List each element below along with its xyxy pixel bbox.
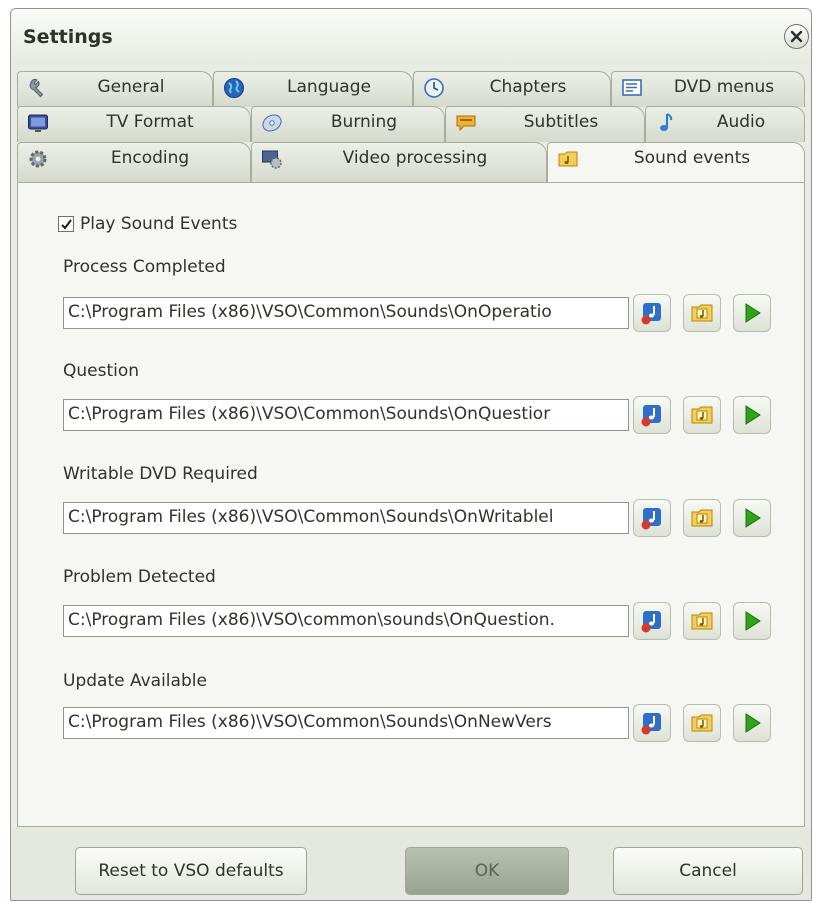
browse-folder-button[interactable] xyxy=(683,602,721,640)
tab-row-3: Encoding Video processing Sound events xyxy=(17,142,805,184)
tab-burning[interactable]: Burning xyxy=(251,106,445,142)
title-bar: Settings xyxy=(11,9,811,65)
event-label: Question xyxy=(63,361,140,381)
tab-label: Video processing xyxy=(342,148,488,168)
event-label: Problem Detected xyxy=(63,567,216,587)
event-path-input[interactable]: C:\Program Files (x86)\VSO\common\sounds… xyxy=(63,605,629,637)
music-file-icon xyxy=(639,402,665,428)
sound-folder-icon xyxy=(689,505,715,531)
select-sound-button[interactable] xyxy=(633,294,671,332)
browse-folder-button[interactable] xyxy=(683,294,721,332)
event-label: Update Available xyxy=(63,671,207,691)
tab-label: General xyxy=(97,77,165,97)
sound-folder-icon xyxy=(689,402,715,428)
tab-row-1: General Language Chapters DVD menus xyxy=(17,71,805,107)
tab-label: Encoding xyxy=(110,148,190,168)
play-icon xyxy=(739,505,765,531)
play-icon xyxy=(739,710,765,736)
tab-subtitles[interactable]: Subtitles xyxy=(445,106,645,142)
music-note-icon xyxy=(660,113,673,131)
play-sound-events-label: Play Sound Events xyxy=(80,214,238,234)
clock-icon xyxy=(424,78,444,98)
browse-folder-button[interactable] xyxy=(683,396,721,434)
play-icon xyxy=(739,608,765,634)
ok-button[interactable]: OK xyxy=(405,847,569,895)
tab-dvd-menus[interactable]: DVD menus xyxy=(611,71,805,107)
cancel-button[interactable]: Cancel xyxy=(613,847,803,895)
play-sound-button[interactable] xyxy=(733,396,771,434)
select-sound-button[interactable] xyxy=(633,602,671,640)
tab-chapters[interactable]: Chapters xyxy=(413,71,611,107)
tab-label: Language xyxy=(287,77,371,97)
tab-label: Burning xyxy=(330,112,398,132)
tab-language[interactable]: Language xyxy=(213,71,413,107)
tab-encoding[interactable]: Encoding xyxy=(17,142,251,182)
close-icon xyxy=(790,30,803,43)
gear-icon xyxy=(29,150,47,168)
play-sound-button[interactable] xyxy=(733,602,771,640)
speech-bubble-icon xyxy=(456,115,476,132)
event-path-input[interactable]: C:\Program Files (x86)\VSO\Common\Sounds… xyxy=(63,502,629,534)
music-file-icon xyxy=(639,608,665,634)
menu-list-icon xyxy=(622,79,642,96)
play-icon xyxy=(739,300,765,326)
close-button[interactable] xyxy=(784,24,809,49)
tab-row-2: TV Format Burning Subtitles Audio xyxy=(17,106,805,142)
video-settings-icon xyxy=(262,150,282,169)
tab-label: Subtitles xyxy=(523,112,599,132)
music-file-icon xyxy=(639,505,665,531)
sound-folder-icon xyxy=(689,300,715,326)
window-title: Settings xyxy=(23,26,113,48)
tab-label: Audio xyxy=(716,112,766,132)
select-sound-button[interactable] xyxy=(633,396,671,434)
tab-video-processing[interactable]: Video processing xyxy=(251,142,547,182)
play-sound-button[interactable] xyxy=(733,704,771,742)
event-path-input[interactable]: C:\Program Files (x86)\VSO\Common\Sounds… xyxy=(63,399,629,431)
tab-label: TV Format xyxy=(106,112,194,132)
music-file-icon xyxy=(639,300,665,326)
event-path-input[interactable]: C:\Program Files (x86)\VSO\Common\Sounds… xyxy=(63,707,629,739)
disc-icon xyxy=(262,114,282,132)
sound-folder-icon xyxy=(689,710,715,736)
tab-audio[interactable]: Audio xyxy=(645,106,805,142)
tab-sound-events[interactable]: Sound events xyxy=(547,142,805,184)
checkmark-icon xyxy=(60,218,72,230)
sound-folder-icon xyxy=(558,151,578,167)
play-sound-events-checkbox[interactable] xyxy=(58,216,74,232)
globe-icon xyxy=(224,78,244,98)
play-sound-button[interactable] xyxy=(733,499,771,537)
browse-folder-button[interactable] xyxy=(683,499,721,537)
play-sound-button[interactable] xyxy=(733,294,771,332)
select-sound-button[interactable] xyxy=(633,499,671,537)
event-path-input[interactable]: C:\Program Files (x86)\VSO\Common\Sounds… xyxy=(63,297,629,329)
wrench-icon xyxy=(29,78,44,98)
sound-folder-icon xyxy=(689,608,715,634)
browse-folder-button[interactable] xyxy=(683,704,721,742)
tab-label: Sound events xyxy=(633,148,751,168)
music-file-icon xyxy=(639,710,665,736)
tab-label: Chapters xyxy=(489,77,567,97)
tab-tv-format[interactable]: TV Format xyxy=(17,106,251,142)
reset-defaults-button[interactable]: Reset to VSO defaults xyxy=(75,847,307,895)
event-label: Writable DVD Required xyxy=(63,464,258,484)
play-sound-events-row: Play Sound Events xyxy=(58,214,237,234)
tab-label: DVD menus xyxy=(673,77,775,97)
select-sound-button[interactable] xyxy=(633,704,671,742)
settings-window: Settings General Language Chapters DVD m… xyxy=(10,8,812,901)
event-label: Process Completed xyxy=(63,257,226,277)
play-icon xyxy=(739,402,765,428)
tv-icon xyxy=(28,114,48,132)
tab-general[interactable]: General xyxy=(17,71,213,107)
